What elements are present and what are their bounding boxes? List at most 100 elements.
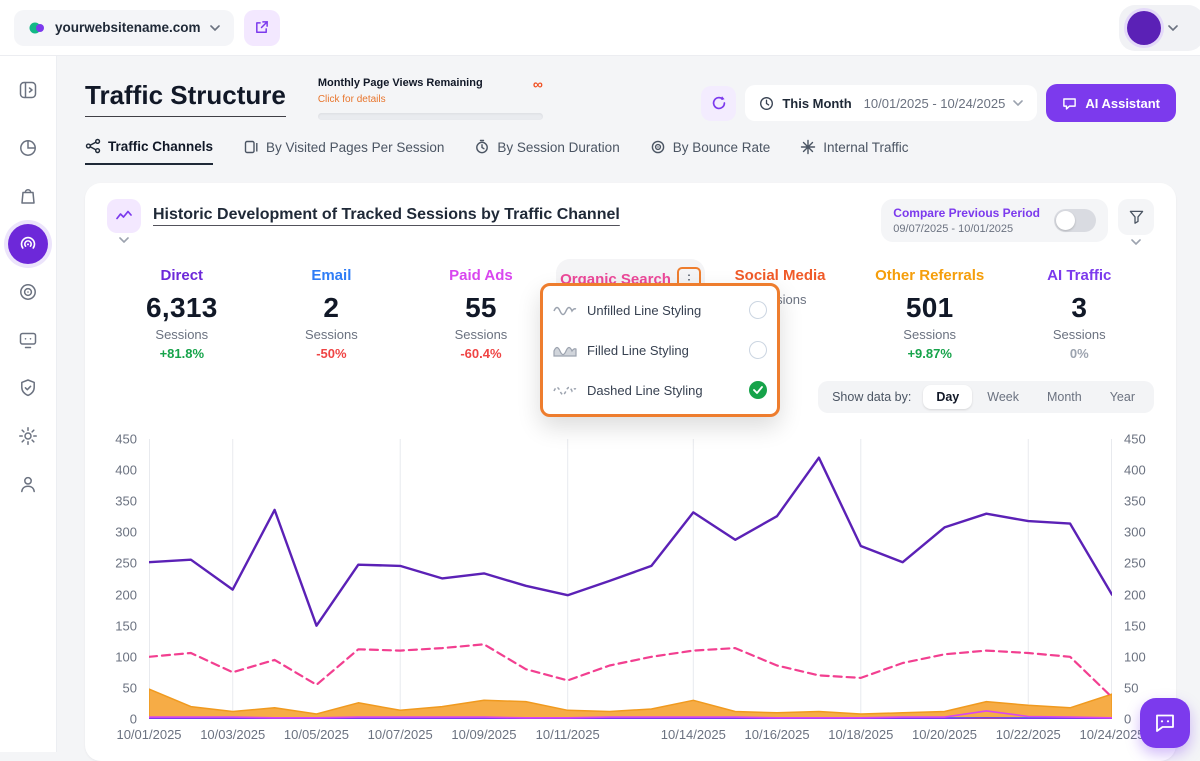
quota-value: ∞ <box>533 77 543 91</box>
granularity-week[interactable]: Week <box>974 385 1032 409</box>
sidebar <box>0 56 57 752</box>
filled-line-icon <box>553 343 577 357</box>
bounce-icon <box>650 139 666 155</box>
radio-checked[interactable] <box>749 381 767 399</box>
chevron-down-icon <box>210 25 220 31</box>
website-logo-icon <box>28 19 46 37</box>
menu-item-label: Unfilled Line Styling <box>587 303 739 318</box>
radio-unchecked[interactable] <box>749 301 767 319</box>
channel-name: AI Traffic <box>1047 267 1111 284</box>
chart-card-icon <box>107 199 141 233</box>
compare-toggle[interactable] <box>1054 209 1096 232</box>
chevron-down-icon <box>1013 100 1023 106</box>
period-range: 10/01/2025 - 10/24/2025 <box>864 96 1006 111</box>
granularity-month[interactable]: Month <box>1034 385 1095 409</box>
orders-icon[interactable] <box>8 176 48 216</box>
channel-email[interactable]: Email 2 Sessions -50% <box>257 259 407 371</box>
security-icon[interactable] <box>8 368 48 408</box>
page-views-quota: Monthly Page Views Remaining Click for d… <box>318 77 543 120</box>
compare-previous-period: Compare Previous Period 09/07/2025 - 10/… <box>881 199 1108 242</box>
chat-fab-button[interactable] <box>1140 698 1190 748</box>
chevron-down-icon[interactable] <box>1131 239 1141 245</box>
goals-icon[interactable] <box>8 272 48 312</box>
main-content: Traffic Structure Monthly Page Views Rem… <box>57 56 1200 752</box>
show-data-by-control: Show data by: Day Week Month Year <box>818 381 1154 413</box>
traffic-icon[interactable] <box>8 224 48 264</box>
tab-bounce-rate[interactable]: By Bounce Rate <box>650 139 771 164</box>
tab-label: By Bounce Rate <box>673 140 771 155</box>
channel-value: 55 <box>410 292 552 324</box>
menu-item-label: Dashed Line Styling <box>587 383 739 398</box>
tab-label: Traffic Channels <box>108 139 213 154</box>
tab-internal-traffic[interactable]: Internal Traffic <box>800 139 908 164</box>
dashed-line-icon <box>553 383 577 397</box>
tab-traffic-channels[interactable]: Traffic Channels <box>85 138 213 165</box>
channel-change: +81.8% <box>111 346 253 361</box>
channel-sessions-label: Sessions <box>111 327 253 342</box>
unfilled-line-icon <box>553 303 577 317</box>
radio-unchecked[interactable] <box>749 341 767 359</box>
chat-icon <box>1062 96 1077 111</box>
channel-change: -60.4% <box>410 346 552 361</box>
pages-icon <box>243 139 259 155</box>
quota-details-link[interactable]: Click for details <box>318 94 386 105</box>
chat-bubble-icon <box>1153 711 1177 735</box>
channel-other-referrals[interactable]: Other Referrals 501 Sessions +9.87% <box>855 259 1005 371</box>
compare-range: 09/07/2025 - 10/01/2025 <box>893 223 1040 235</box>
channel-change: 0% <box>1008 346 1150 361</box>
tab-label: Internal Traffic <box>823 140 908 155</box>
channel-name: Social Media <box>735 267 826 284</box>
internal-icon <box>800 139 816 155</box>
channel-sessions-label: Sessions <box>261 327 403 342</box>
compare-label[interactable]: Compare Previous Period <box>893 206 1040 220</box>
menu-item-label: Filled Line Styling <box>587 343 739 358</box>
account-settings-icon[interactable] <box>8 464 48 504</box>
analytics-icon[interactable] <box>8 128 48 168</box>
collapse-sidebar-icon[interactable] <box>8 70 48 110</box>
channel-change: -50% <box>261 346 403 361</box>
show-data-by-label: Show data by: <box>832 390 911 404</box>
granularity-year[interactable]: Year <box>1097 385 1148 409</box>
date-range-selector[interactable]: This Month 10/01/2025 - 10/24/2025 <box>745 85 1037 121</box>
channel-sessions-label: Sessions <box>410 327 552 342</box>
website-selector[interactable]: yourwebsitename.com <box>14 10 234 46</box>
channel-paid-ads[interactable]: Paid Ads 55 Sessions -60.4% <box>406 259 556 371</box>
menu-item-filled[interactable]: Filled Line Styling <box>553 330 767 370</box>
tab-session-duration[interactable]: By Session Duration <box>474 139 619 164</box>
channel-value: 501 <box>859 292 1001 324</box>
menu-item-unfilled[interactable]: Unfilled Line Styling <box>553 290 767 330</box>
channel-direct[interactable]: Direct 6,313 Sessions +81.8% <box>107 259 257 371</box>
y-axis-right: 050100150200250300350400450 <box>1112 439 1154 719</box>
open-website-button[interactable] <box>244 10 280 46</box>
account-menu[interactable] <box>1119 5 1200 51</box>
tab-label: By Session Duration <box>497 140 619 155</box>
line-styling-menu: Unfilled Line Styling Filled Line Stylin… <box>540 283 780 417</box>
channels-icon <box>85 138 101 154</box>
channel-value: 3 <box>1008 292 1150 324</box>
ai-assistant-button[interactable]: AI Assistant <box>1046 84 1176 122</box>
channel-sessions-label: Sessions <box>1008 327 1150 342</box>
filter-button[interactable] <box>1118 199 1154 235</box>
channel-value: 2 <box>261 292 403 324</box>
settings-icon[interactable] <box>8 416 48 456</box>
chevron-down-icon <box>1168 25 1178 31</box>
refresh-icon <box>711 95 727 111</box>
tab-visited-pages[interactable]: By Visited Pages Per Session <box>243 139 444 164</box>
chart-plot-area[interactable] <box>149 439 1112 719</box>
clock-icon <box>759 96 774 111</box>
y-axis-left: 050100150200250300350400450 <box>107 439 149 719</box>
ai-assistant-label: AI Assistant <box>1085 96 1160 111</box>
quota-label: Monthly Page Views Remaining <box>318 77 483 89</box>
channel-sessions-label: Sessions <box>859 327 1001 342</box>
monitor-icon[interactable] <box>8 320 48 360</box>
refresh-button[interactable] <box>701 86 736 121</box>
page-title: Traffic Structure <box>85 80 286 117</box>
granularity-day[interactable]: Day <box>923 385 972 409</box>
tab-label: By Visited Pages Per Session <box>266 140 444 155</box>
channel-name: Other Referrals <box>875 267 984 284</box>
report-tabs: Traffic Channels By Visited Pages Per Se… <box>85 138 1176 165</box>
quota-progress-bar <box>318 113 543 120</box>
collapse-chart-icon[interactable] <box>119 237 129 243</box>
channel-ai-traffic[interactable]: AI Traffic 3 Sessions 0% <box>1004 259 1154 371</box>
menu-item-dashed[interactable]: Dashed Line Styling <box>553 370 767 410</box>
